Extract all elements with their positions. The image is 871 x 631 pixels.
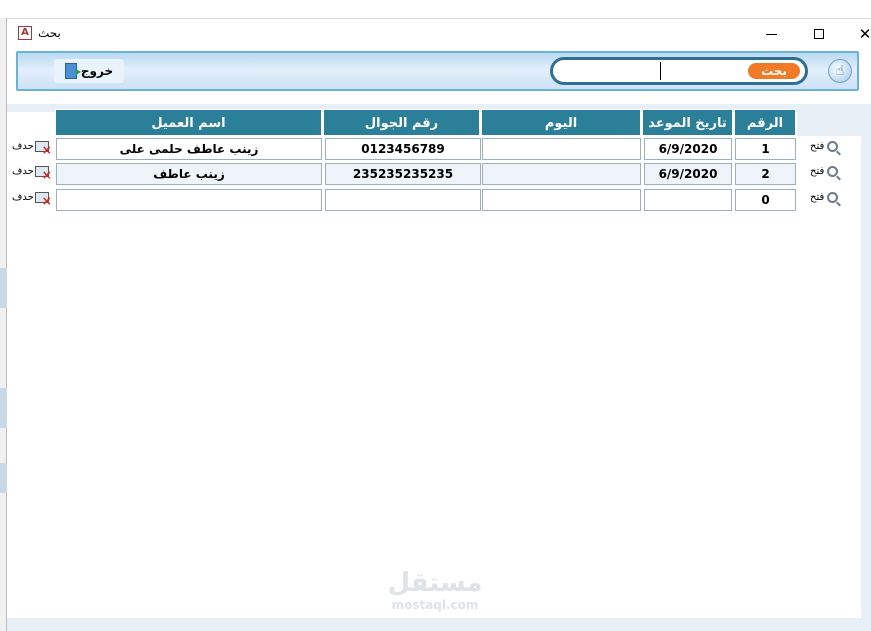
maximize-icon xyxy=(814,29,824,39)
cell-mobile[interactable]: 0123456789 xyxy=(325,138,481,160)
background-mark xyxy=(0,388,7,428)
column-header-mobile: رقم الجوال xyxy=(323,109,480,136)
cell-customer-name[interactable]: زينب عاطف حلمى على xyxy=(56,138,322,160)
cell-customer-name[interactable]: زينب عاطف xyxy=(56,163,322,185)
delete-label: حدف xyxy=(12,141,34,152)
delete-row-link[interactable]: حدف xyxy=(12,166,52,182)
watermark-url: mostaql.com xyxy=(391,598,479,612)
exit-button-label: خروج xyxy=(80,64,114,78)
open-row-link[interactable]: فتح xyxy=(810,141,839,152)
magnifier-icon xyxy=(827,192,839,203)
delete-icon xyxy=(34,141,52,157)
cell-mobile[interactable]: 235235235235 xyxy=(325,163,481,185)
cell-day[interactable] xyxy=(482,163,641,185)
exit-button[interactable]: خروج xyxy=(54,59,124,83)
cell-customer-name[interactable] xyxy=(56,189,322,211)
text-caret xyxy=(660,62,661,80)
access-app-icon: A xyxy=(18,26,32,40)
form-footer-band xyxy=(7,618,871,631)
delete-row-link[interactable]: حدف xyxy=(12,192,52,208)
cell-number[interactable]: 1 xyxy=(735,138,796,160)
open-row-link[interactable]: فتح xyxy=(810,192,839,203)
grid-right-band xyxy=(861,104,871,618)
cell-number[interactable]: 0 xyxy=(735,189,796,211)
column-header-number: الرقم xyxy=(734,109,796,136)
exit-door-icon xyxy=(64,63,81,79)
close-button[interactable]: ✕ xyxy=(853,23,871,45)
cell-day[interactable] xyxy=(482,189,641,211)
delete-icon xyxy=(34,166,52,182)
open-label: فتح xyxy=(810,192,825,203)
cell-appointment-date[interactable] xyxy=(644,189,732,211)
open-label: فتح xyxy=(810,166,825,177)
background-mark xyxy=(0,268,7,308)
search-box: بحث xyxy=(550,57,808,85)
title-bar: A بحث ✕ xyxy=(7,18,871,48)
delete-icon xyxy=(34,192,52,208)
watermark-logo: مستقل xyxy=(387,568,483,598)
magnifier-icon xyxy=(827,141,839,152)
search-input[interactable] xyxy=(565,62,745,80)
magnifier-icon xyxy=(827,166,839,177)
table-row: حدف زينب عاطف 235235235235 6/9/2020 2 فت… xyxy=(7,162,871,186)
background-mark xyxy=(0,463,7,493)
toolbar: خروج بحث ☝ xyxy=(16,51,859,91)
watermark: مستقل mostaql.com xyxy=(380,568,490,612)
window-title: بحث xyxy=(38,26,61,40)
grid-header-corner xyxy=(797,109,861,136)
cell-mobile[interactable] xyxy=(325,189,481,211)
table-row: حدف زينب عاطف حلمى على 0123456789 6/9/20… xyxy=(7,137,871,161)
open-label: فتح xyxy=(810,141,825,152)
search-button[interactable]: بحث xyxy=(748,63,800,79)
cell-number[interactable]: 2 xyxy=(735,163,796,185)
cell-appointment-date[interactable]: 6/9/2020 xyxy=(644,163,732,185)
grid-header-row: اسم العميل رقم الجوال اليوم تاريخ الموعد… xyxy=(0,109,871,136)
minimize-icon xyxy=(765,33,777,35)
search-window: A بحث ✕ خروج بحث ☝ اسم العميل رقم الجوال… xyxy=(0,0,871,631)
open-row-link[interactable]: فتح xyxy=(810,166,839,177)
delete-row-link[interactable]: حدف xyxy=(12,141,52,157)
maximize-button[interactable] xyxy=(807,23,831,45)
column-header-appointment-date: تاريخ الموعد xyxy=(642,109,733,136)
delete-label: حدف xyxy=(12,166,34,177)
minimize-button[interactable] xyxy=(759,23,783,45)
column-header-day: اليوم xyxy=(481,109,641,136)
cell-appointment-date[interactable]: 6/9/2020 xyxy=(644,138,732,160)
delete-label: حدف xyxy=(12,192,34,203)
column-header-customer-name: اسم العميل xyxy=(55,109,322,136)
hand-pointer-icon[interactable]: ☝ xyxy=(828,59,852,83)
table-row: حدف 0 فتح xyxy=(7,188,871,212)
cell-day[interactable] xyxy=(482,138,641,160)
